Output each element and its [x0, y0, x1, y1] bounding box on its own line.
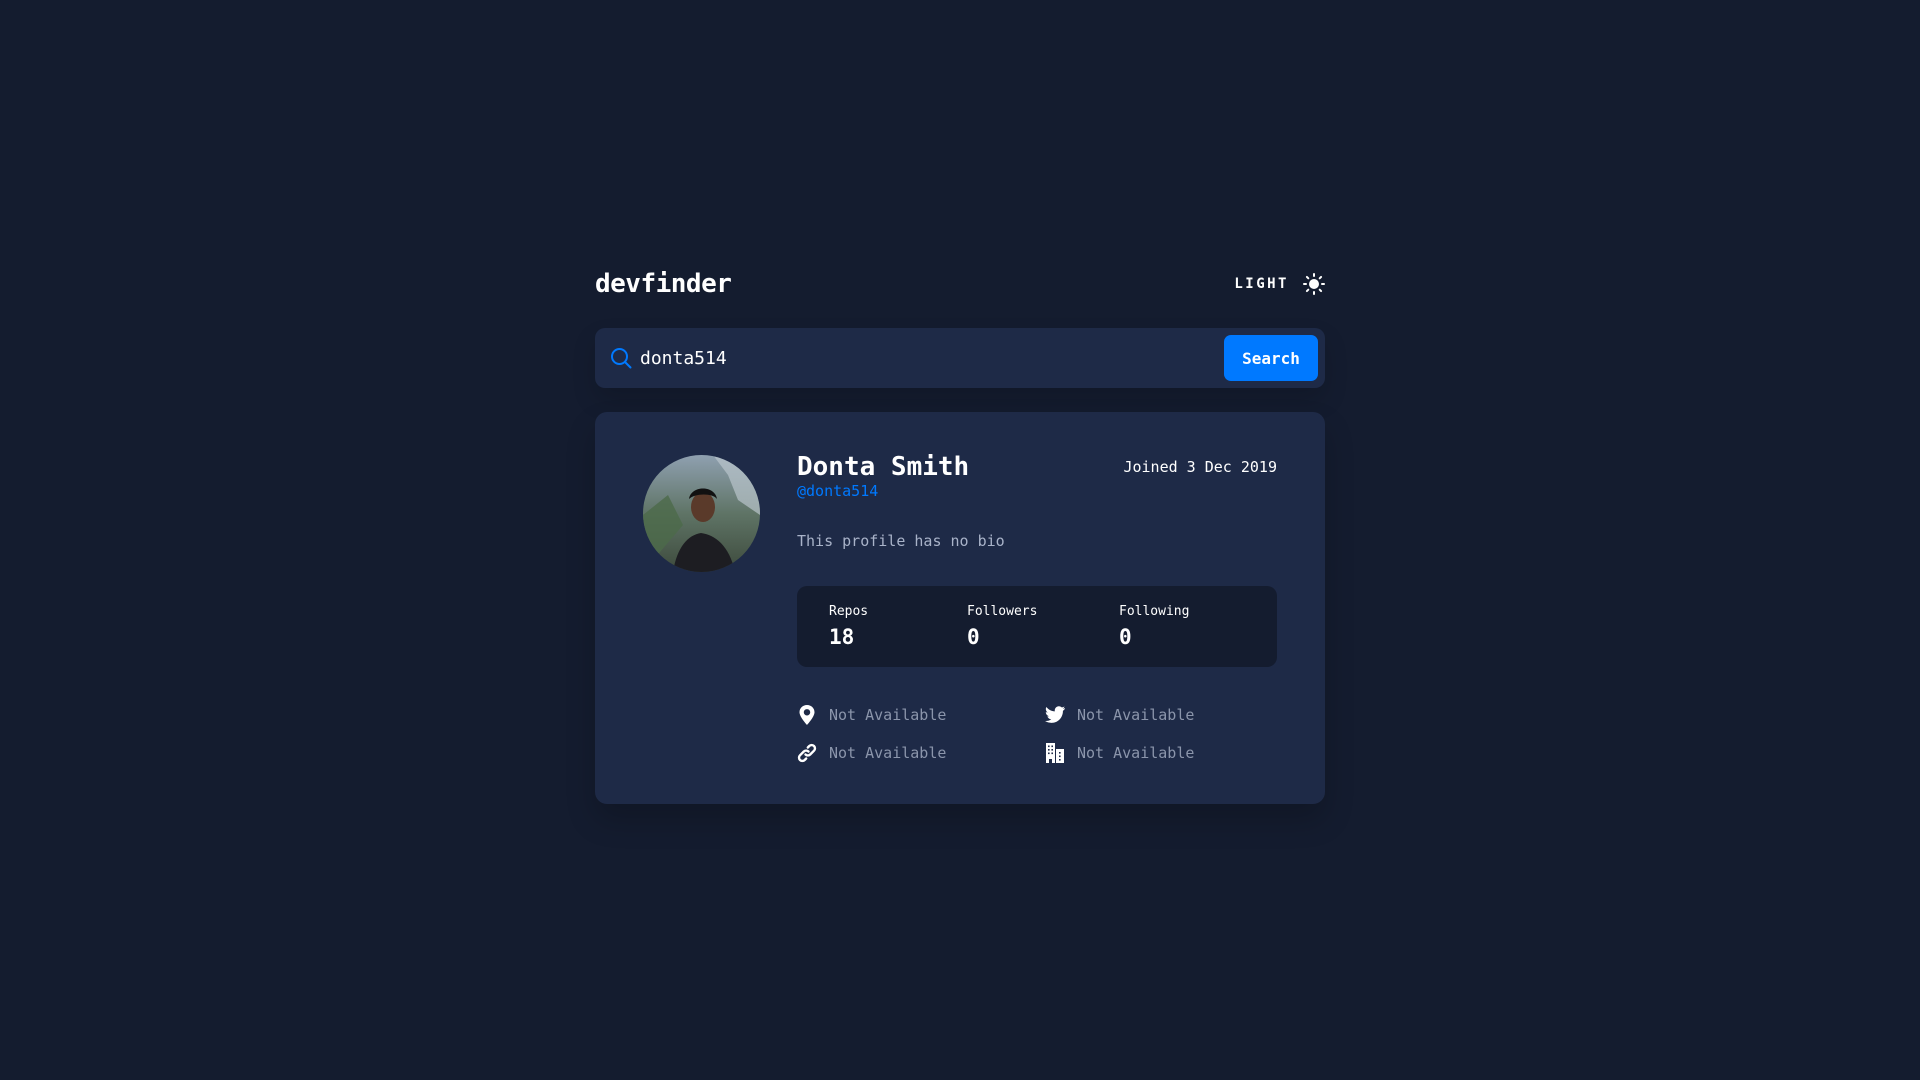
stat-followers: Followers 0	[967, 604, 1119, 667]
twitter-text: Not Available	[1077, 706, 1195, 724]
blog-item: Not Available	[797, 743, 1045, 763]
twitter-icon	[1045, 706, 1065, 723]
company-building-icon	[1046, 743, 1064, 763]
stat-following: Following 0	[1119, 604, 1189, 667]
profile-info: Donta Smith Joined 3 Dec 2019 @donta514 …	[797, 452, 1277, 763]
stat-label: Followers	[967, 604, 1038, 619]
joined-date: Joined 3 Dec 2019	[1123, 458, 1277, 476]
name-row: Donta Smith Joined 3 Dec 2019	[797, 452, 1277, 482]
location-pin-icon	[799, 705, 815, 725]
stat-label: Following	[1119, 604, 1190, 619]
search-icon	[611, 348, 632, 369]
stat-value: 0	[1119, 625, 1132, 649]
profile-card: Donta Smith Joined 3 Dec 2019 @donta514 …	[595, 412, 1325, 804]
location-item: Not Available	[797, 705, 1045, 725]
search-button[interactable]: Search	[1224, 335, 1318, 381]
stat-repos: Repos 18	[829, 604, 967, 667]
avatar-image	[643, 455, 760, 572]
search-input[interactable]	[640, 347, 1224, 369]
stat-value: 18	[829, 625, 855, 649]
app-container: devfinder LIGHT donta514 Search Donta Sm…	[595, 262, 1325, 804]
company-text: Not Available	[1077, 744, 1195, 762]
profile-links: Not Available Not Available Not Availabl…	[797, 705, 1277, 763]
stats-panel: Repos 18 Followers 0 Following 0	[797, 586, 1277, 667]
stat-label: Repos	[829, 604, 869, 619]
profile-login-link[interactable]: @donta514	[797, 482, 1277, 500]
header: devfinder LIGHT	[595, 262, 1325, 306]
theme-toggle-label: LIGHT	[1234, 276, 1289, 292]
sun-icon	[1303, 273, 1325, 295]
stat-value: 0	[967, 625, 980, 649]
location-text: Not Available	[829, 706, 947, 724]
profile-name: Donta Smith	[797, 452, 970, 482]
blog-link[interactable]: Not Available	[829, 744, 946, 762]
avatar	[643, 455, 760, 572]
twitter-item: Not Available	[1045, 705, 1277, 725]
theme-toggle-button[interactable]: LIGHT	[1234, 273, 1325, 295]
company-item: Not Available	[1045, 743, 1277, 763]
app-logo: devfinder	[595, 269, 732, 299]
search-bar: Search	[595, 328, 1325, 388]
link-icon	[797, 743, 817, 763]
profile-bio: This profile has no bio	[797, 532, 1005, 550]
